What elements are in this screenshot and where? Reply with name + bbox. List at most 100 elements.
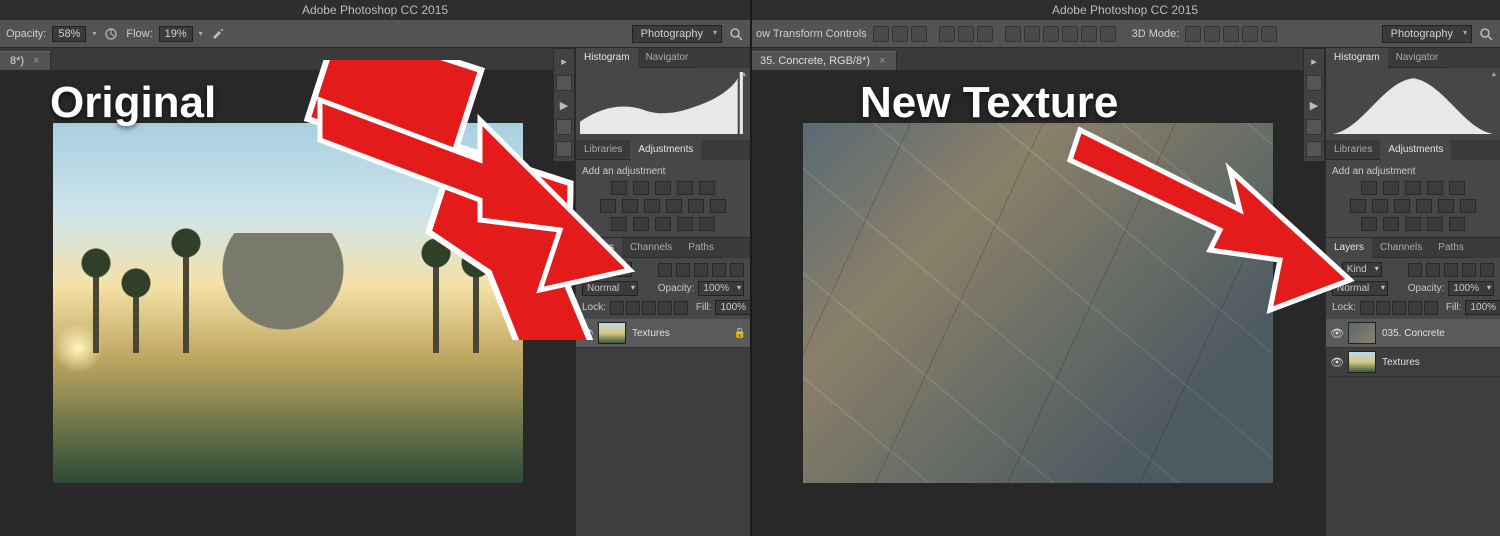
adj-invert-icon[interactable]: [611, 217, 627, 231]
3d-orbit-icon[interactable]: [1185, 26, 1201, 42]
opacity-value[interactable]: 58%: [52, 26, 86, 42]
dist-left-icon[interactable]: [1062, 26, 1078, 42]
lock-paint-icon[interactable]: [1376, 301, 1390, 315]
filter-adj-icon[interactable]: [1426, 263, 1440, 277]
filter-shape-icon[interactable]: [1462, 263, 1476, 277]
tab-navigator[interactable]: Navigator: [638, 48, 697, 68]
layer-name[interactable]: Textures: [1382, 357, 1420, 368]
align-vcenter-icon[interactable]: [892, 26, 908, 42]
layer-name[interactable]: 035. Concrete: [1382, 328, 1445, 339]
adj-gradmap-icon[interactable]: [677, 217, 693, 231]
filter-type-icon[interactable]: [694, 263, 708, 277]
adj-bw-icon[interactable]: [1394, 199, 1410, 213]
adj-selcolor-icon[interactable]: [699, 217, 715, 231]
align-top-icon[interactable]: [873, 26, 889, 42]
adj-curves-icon[interactable]: [1405, 181, 1421, 195]
workspace-selector[interactable]: Photography: [1382, 25, 1472, 43]
adj-lut-icon[interactable]: [710, 199, 726, 213]
document-tab[interactable]: 35. Concrete, RGB/8*) ×: [750, 51, 897, 70]
adj-invert-icon[interactable]: [1361, 217, 1377, 231]
document-tab[interactable]: 8*) ×: [0, 51, 51, 70]
workspace-selector[interactable]: Photography: [632, 25, 722, 43]
lock-all-icon[interactable]: [1424, 301, 1438, 315]
filter-pixel-icon[interactable]: [658, 263, 672, 277]
align-right-icon[interactable]: [977, 26, 993, 42]
panel-icon[interactable]: [1306, 141, 1322, 157]
adj-lut-icon[interactable]: [1460, 199, 1476, 213]
canvas-area[interactable]: [0, 70, 575, 536]
lock-trans-icon[interactable]: [610, 301, 624, 315]
adj-gradmap-icon[interactable]: [1427, 217, 1443, 231]
adj-photo-icon[interactable]: [666, 199, 682, 213]
3d-pan-icon[interactable]: [1223, 26, 1239, 42]
play-icon[interactable]: ▶: [556, 97, 572, 113]
filter-smart-icon[interactable]: [730, 263, 744, 277]
adj-curves-icon[interactable]: [655, 181, 671, 195]
history-icon[interactable]: [1306, 75, 1322, 91]
dist-hcenter-icon[interactable]: [1081, 26, 1097, 42]
chevron-down-icon[interactable]: ▾: [92, 29, 96, 38]
panel-icon[interactable]: [1306, 119, 1322, 135]
fill-value[interactable]: 100%: [715, 300, 750, 315]
lock-paint-icon[interactable]: [626, 301, 640, 315]
expand-icon[interactable]: ▸: [556, 53, 572, 69]
panel-icon[interactable]: [556, 119, 572, 135]
adj-thresh-icon[interactable]: [655, 217, 671, 231]
visibility-eye-icon[interactable]: 👁: [1330, 327, 1342, 340]
search-icon[interactable]: [728, 26, 744, 42]
tab-layers[interactable]: Layers: [576, 238, 622, 258]
filter-pixel-icon[interactable]: [1408, 263, 1422, 277]
dist-right-icon[interactable]: [1100, 26, 1116, 42]
filter-type-icon[interactable]: [1444, 263, 1458, 277]
adj-brightness-icon[interactable]: [611, 181, 627, 195]
lock-pos-icon[interactable]: [1392, 301, 1406, 315]
tab-libraries[interactable]: Libraries: [576, 140, 630, 160]
adj-colorbal-icon[interactable]: [1372, 199, 1388, 213]
lock-nest-icon[interactable]: [658, 301, 672, 315]
adj-photo-icon[interactable]: [1416, 199, 1432, 213]
adj-vibrance-icon[interactable]: [699, 181, 715, 195]
adj-hue-icon[interactable]: [1350, 199, 1366, 213]
layer-list[interactable]: 👁 035. Concrete 👁Textures: [1326, 319, 1500, 536]
adj-exposure-icon[interactable]: [677, 181, 693, 195]
play-icon[interactable]: ▶: [1306, 97, 1322, 113]
adj-exposure-icon[interactable]: [1427, 181, 1443, 195]
history-icon[interactable]: [556, 75, 572, 91]
layer-row[interactable]: 👁Textures: [1326, 348, 1500, 377]
3d-zoom-icon[interactable]: [1261, 26, 1277, 42]
expand-icon[interactable]: ▸: [1306, 53, 1322, 69]
layer-name[interactable]: Textures: [632, 328, 670, 339]
filter-kind-dropdown[interactable]: Kind: [1342, 262, 1382, 277]
blend-mode-dropdown[interactable]: Normal: [582, 281, 638, 296]
tab-adjustments[interactable]: Adjustments: [1380, 140, 1451, 160]
layer-row[interactable]: 👁 035. Concrete: [1326, 319, 1500, 348]
adj-chmix-icon[interactable]: [1438, 199, 1454, 213]
adj-chmix-icon[interactable]: [688, 199, 704, 213]
adj-bw-icon[interactable]: [644, 199, 660, 213]
adj-poster-icon[interactable]: [633, 217, 649, 231]
tab-channels[interactable]: Channels: [1372, 238, 1430, 258]
close-icon[interactable]: ×: [33, 55, 39, 67]
canvas-area[interactable]: [750, 70, 1325, 536]
filter-adj-icon[interactable]: [676, 263, 690, 277]
3d-roll-icon[interactable]: [1204, 26, 1220, 42]
adj-vibrance-icon[interactable]: [1449, 181, 1465, 195]
dist-top-icon[interactable]: [1005, 26, 1021, 42]
adj-levels-icon[interactable]: [1383, 181, 1399, 195]
3d-slide-icon[interactable]: [1242, 26, 1258, 42]
tab-paths[interactable]: Paths: [680, 238, 722, 258]
filter-shape-icon[interactable]: [712, 263, 726, 277]
lock-all-icon[interactable]: [674, 301, 688, 315]
fill-value[interactable]: 100%: [1465, 300, 1500, 315]
tab-layers[interactable]: Layers: [1326, 238, 1372, 258]
adj-brightness-icon[interactable]: [1361, 181, 1377, 195]
adj-colorbal-icon[interactable]: [622, 199, 638, 213]
layer-list[interactable]: 👁Textures🔒: [576, 319, 750, 536]
visibility-eye-icon[interactable]: 👁: [580, 327, 592, 340]
pressure-opacity-icon[interactable]: [102, 25, 120, 43]
adj-levels-icon[interactable]: [633, 181, 649, 195]
tab-libraries[interactable]: Libraries: [1326, 140, 1380, 160]
flow-value[interactable]: 19%: [159, 26, 193, 42]
tab-navigator[interactable]: Navigator: [1388, 48, 1447, 68]
chevron-down-icon[interactable]: ▾: [199, 29, 203, 38]
